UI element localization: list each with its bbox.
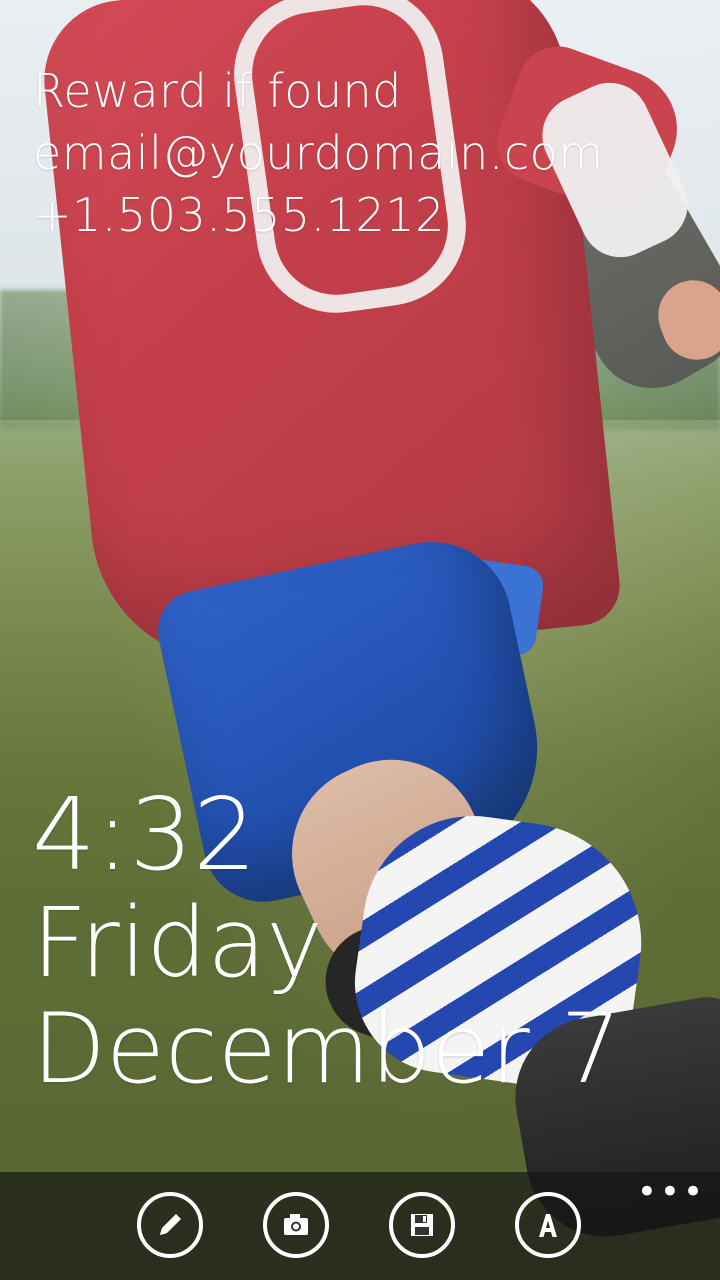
clock-day: Friday: [32, 887, 323, 999]
edit-button[interactable]: [137, 1192, 203, 1258]
save-floppy-icon: [411, 1214, 433, 1236]
clock-block: 4:32 Friday December 7: [32, 776, 622, 1105]
owner-info: Reward if found email@yourdomain.com +1.…: [33, 60, 604, 246]
info-line-phone: +1.503.555.1212: [33, 188, 445, 242]
camera-button[interactable]: [263, 1192, 329, 1258]
camera-icon: [284, 1214, 308, 1235]
edit-pencil-icon: [160, 1214, 181, 1235]
info-line-email: email@yourdomain.com: [33, 126, 604, 180]
more-options-button[interactable]: •••: [637, 1175, 706, 1209]
clock-date: December 7: [32, 993, 622, 1105]
font-button[interactable]: [515, 1192, 581, 1258]
info-line-reward: Reward if found: [33, 64, 402, 118]
clock-time: 4:32: [32, 776, 257, 893]
save-button[interactable]: [389, 1192, 455, 1258]
font-a-icon: [539, 1214, 557, 1237]
app-bar: •••: [0, 1172, 720, 1280]
